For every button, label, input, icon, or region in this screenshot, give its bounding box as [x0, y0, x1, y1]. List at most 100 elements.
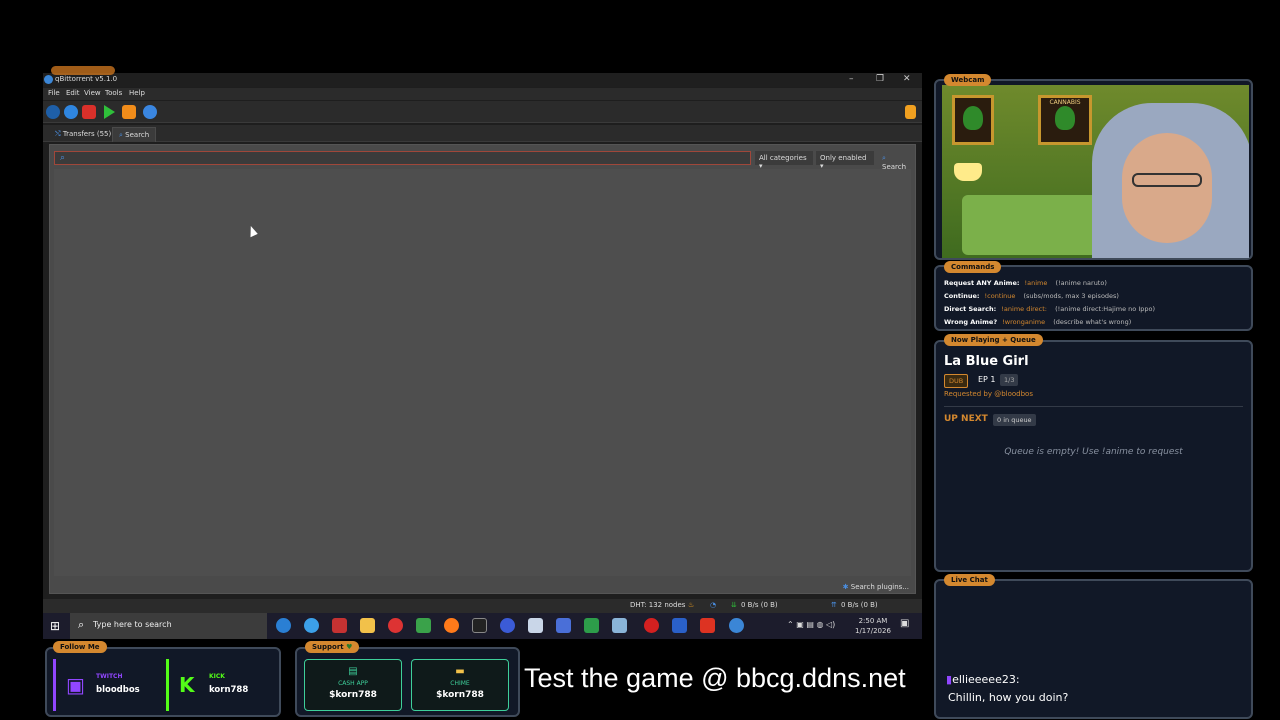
minimize-icon[interactable]: –: [849, 74, 854, 84]
taskbar-search-placeholder: Type here to search: [93, 620, 172, 629]
command-desc: (subs/mods, max 3 episodes): [1023, 292, 1119, 300]
category-select-value: All categories: [759, 154, 807, 162]
add-torrent-icon[interactable]: [64, 105, 78, 119]
dht-status: DHT: 132 nodes: [630, 601, 686, 609]
divider: [944, 406, 1243, 407]
command-key: Continue:: [944, 292, 980, 300]
queue-empty-message: Queue is empty! Use !anime to request: [1004, 447, 1183, 457]
chime-label: CHIME: [450, 680, 470, 687]
search-plugins-label: Search plugins...: [850, 583, 909, 591]
up-next-label: UP NEXT: [944, 414, 988, 424]
notepad-icon[interactable]: [528, 618, 543, 633]
search-plugins-button[interactable]: ✱ Search plugins...: [843, 583, 909, 591]
app-icon-red[interactable]: [332, 618, 347, 633]
follow-panel: ▣ TWITCH bloodbos K KICK korn788: [45, 647, 281, 717]
command-value: !anime direct:: [1001, 305, 1047, 313]
close-icon[interactable]: ✕: [903, 74, 911, 84]
tab-transfers[interactable]: ⤭ Transfers (55): [49, 127, 117, 142]
chat-username: ▮ellieeeee23:: [946, 673, 1020, 686]
search-button[interactable]: ⌕ Search: [878, 151, 915, 171]
commands-panel: Request ANY Anime: !anime (!anime naruto…: [934, 265, 1253, 331]
upload-speed: 0 B/s (0 B): [841, 601, 878, 609]
category-select[interactable]: All categories ▾: [755, 151, 813, 170]
live-chat-label: Live Chat: [944, 574, 995, 586]
cashapp-label: CASH APP: [338, 680, 368, 687]
tab-transfers-label: Transfers (55): [62, 130, 112, 138]
download-icon: ⇊: [731, 601, 737, 609]
now-playing-label: Now Playing + Queue: [944, 334, 1043, 346]
terminal-icon[interactable]: [472, 618, 487, 633]
command-row: Request ANY Anime: !anime (!anime naruto…: [944, 279, 1107, 287]
tab-bar: ⤭ Transfers (55) ⌕ Search: [43, 125, 922, 142]
app-icon-light[interactable]: [612, 618, 627, 633]
streamer: [1092, 103, 1249, 258]
notifications-icon[interactable]: ▣: [900, 619, 909, 629]
command-key: Direct Search:: [944, 305, 997, 313]
options-gear-icon[interactable]: [143, 105, 157, 119]
delete-icon[interactable]: [82, 105, 96, 119]
command-value: !continue: [984, 292, 1016, 300]
support-panel: ▤ CASH APP $korn788 ▬ CHIME $korn788: [295, 647, 520, 717]
speed-limit-icon[interactable]: ◔: [710, 601, 716, 609]
clock[interactable]: 2:50 AM 1/17/2026: [855, 616, 891, 636]
toolbar: [43, 101, 922, 123]
app-icon-green[interactable]: [416, 618, 431, 633]
now-playing-title: La Blue Girl: [944, 354, 1029, 369]
queue-count-badge: 0 in queue: [993, 414, 1036, 426]
episode-label: EP 1: [978, 375, 996, 384]
browser-icon[interactable]: [304, 618, 319, 633]
lamp: [954, 163, 982, 181]
app-icon-diamond[interactable]: [556, 618, 571, 633]
tab-search[interactable]: ⌕ Search: [112, 127, 157, 142]
menu-help[interactable]: Help: [129, 89, 145, 97]
download-speed: 0 B/s (0 B): [741, 601, 778, 609]
file-explorer-icon[interactable]: [360, 618, 375, 633]
kick-name: korn788: [209, 685, 249, 695]
command-row: Wrong Anime? !wronganime (describe what'…: [944, 318, 1131, 326]
firewall-icon: ♨: [688, 601, 695, 609]
chat-message: Chillin, how you doin?: [948, 691, 1069, 704]
firefox-icon[interactable]: [444, 618, 459, 633]
cashapp-icon: ▤: [348, 666, 358, 677]
menu-view[interactable]: View: [84, 89, 101, 97]
app-icon-pdf[interactable]: [700, 618, 715, 633]
lock-icon[interactable]: [905, 105, 916, 119]
webcam-panel: CANNABIS: [934, 79, 1253, 260]
command-desc: (!anime naruto): [1055, 279, 1107, 287]
menu-edit[interactable]: Edit: [66, 89, 80, 97]
add-link-icon[interactable]: [46, 105, 60, 119]
plugins-filter-select[interactable]: Only enabled ▾: [816, 151, 874, 170]
pause-icon[interactable]: [122, 105, 136, 119]
taskbar-search[interactable]: ⌕ Type here to search: [70, 613, 267, 639]
obs-icon[interactable]: [388, 618, 403, 633]
qbittorrent-taskbar-icon[interactable]: [729, 618, 744, 633]
menu-tools[interactable]: Tools: [105, 89, 122, 97]
search-results-area[interactable]: [54, 169, 911, 576]
command-row: Continue: !continue (subs/mods, max 3 ep…: [944, 292, 1119, 300]
poster-left: [952, 95, 994, 145]
clock-date: 1/17/2026: [855, 627, 891, 635]
app-icon-redcircle[interactable]: [644, 618, 659, 633]
search-tab-icon: ⌕: [119, 131, 123, 139]
tray-icons[interactable]: ⌃ ▣ ▤ ◍ ◁): [787, 620, 835, 630]
restore-icon[interactable]: ❐: [876, 74, 884, 84]
command-key: Request ANY Anime:: [944, 279, 1020, 287]
kick-label: KICK: [209, 673, 225, 680]
chime-card-icon: ▬: [455, 666, 465, 677]
tab-search-label: Search: [125, 131, 150, 139]
resume-icon[interactable]: [104, 105, 115, 119]
taskbar-search-icon: ⌕: [78, 618, 85, 631]
bed: [962, 195, 1102, 255]
vscode-icon[interactable]: [672, 618, 687, 633]
chime-card: ▬ CHIME $korn788: [411, 659, 509, 711]
search-icon: ⌕: [60, 153, 66, 163]
search-input[interactable]: ⌕: [54, 151, 751, 165]
title-badge: [51, 66, 115, 75]
windows-start-icon[interactable]: ⊞: [50, 619, 60, 633]
edge-icon[interactable]: [276, 618, 291, 633]
media-player-icon[interactable]: [500, 618, 515, 633]
cashapp-name: $korn788: [329, 690, 377, 700]
app-icon-doc[interactable]: [584, 618, 599, 633]
menu-file[interactable]: File: [48, 89, 60, 97]
requested-by: Requested by @bloodbos: [944, 390, 1033, 398]
